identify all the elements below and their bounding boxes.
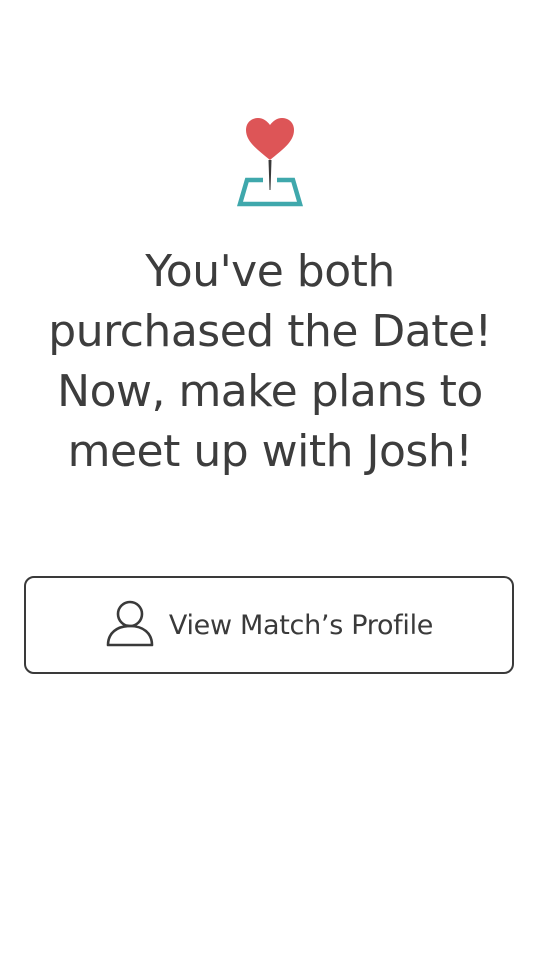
pin-stem	[268, 160, 272, 190]
hero-icon	[230, 112, 310, 212]
headline: You've both purchased the Date! Now, mak…	[20, 242, 520, 482]
heart-pin-map-icon	[237, 118, 303, 207]
view-match-profile-label: View Match’s Profile	[168, 609, 434, 641]
heart-icon	[246, 118, 294, 160]
headline-line: Now, make plans to	[57, 366, 483, 417]
headline-line: meet up with Josh!	[67, 426, 473, 477]
headline-line: You've both	[145, 246, 395, 297]
view-match-profile-button[interactable]: View Match’s Profile	[24, 576, 514, 674]
headline-line: purchased the Date!	[48, 306, 492, 357]
person-icon	[105, 599, 155, 647]
